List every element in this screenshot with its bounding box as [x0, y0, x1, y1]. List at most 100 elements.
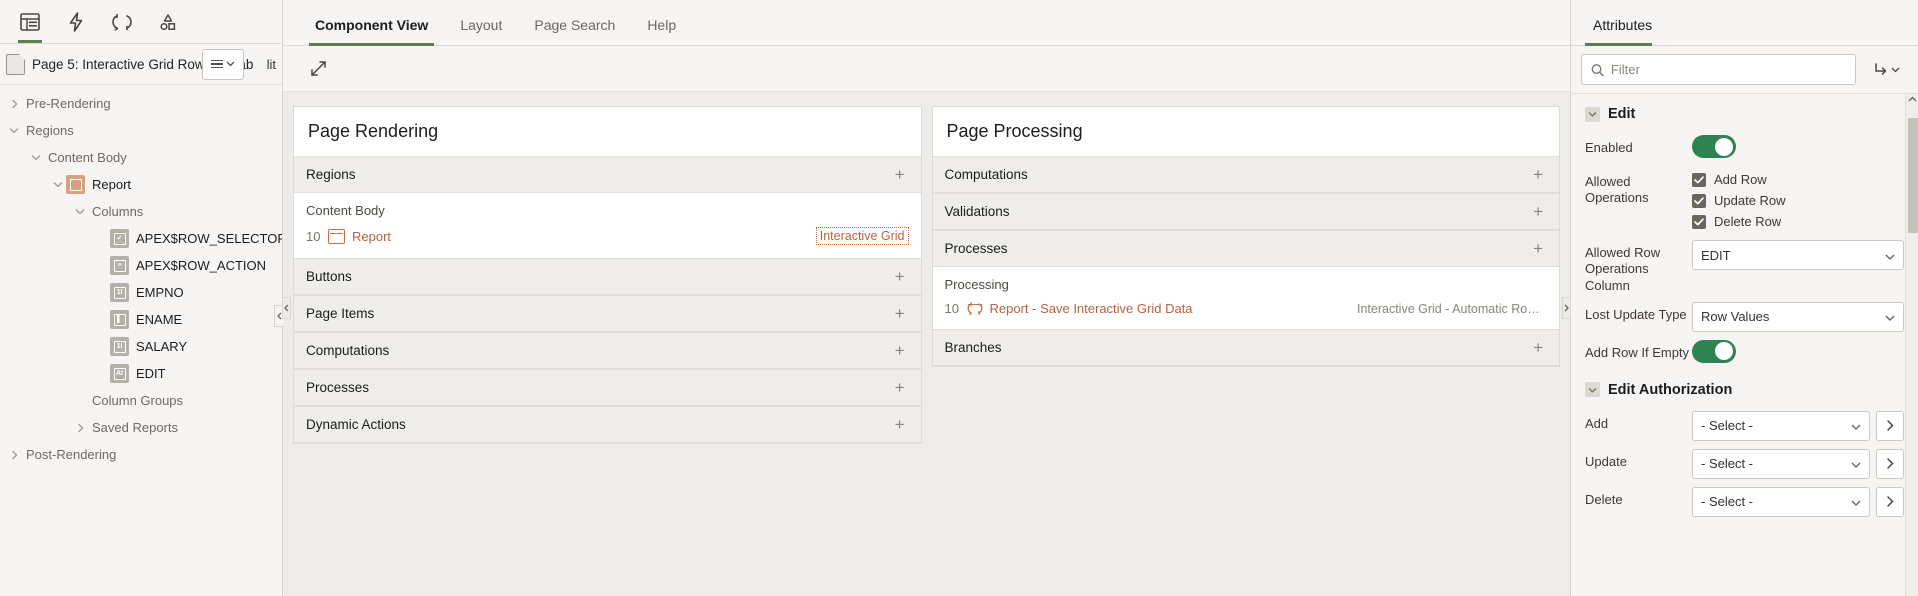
- tree-node-pre-rendering[interactable]: Pre-Rendering: [0, 90, 282, 117]
- page-designer-icon[interactable]: [10, 1, 50, 43]
- property-control: [1692, 339, 1904, 366]
- add-buttons-icon[interactable]: +: [891, 268, 909, 285]
- checkbox-add-row[interactable]: [1692, 172, 1706, 187]
- add-processes-icon[interactable]: +: [891, 379, 909, 396]
- section-label: Regions: [306, 167, 356, 182]
- select-delete[interactable]: - Select -: [1692, 486, 1870, 517]
- tab-help[interactable]: Help: [631, 17, 692, 45]
- scroll-up-icon[interactable]: [1906, 96, 1918, 102]
- chevron-right-icon[interactable]: [72, 423, 88, 433]
- tree-node-apex-row-selector[interactable]: ✓ APEX$ROW_SELECTOR: [0, 225, 282, 252]
- page-selector-row[interactable]: Page 5: Interactive Grid Rows Editab lit: [0, 44, 282, 85]
- goto-button[interactable]: [1876, 486, 1904, 517]
- section-header-computations[interactable]: Computations +: [932, 156, 1559, 193]
- chevron-right-icon[interactable]: [6, 99, 22, 109]
- page-menu-button[interactable]: [202, 48, 244, 80]
- property-section-edit-authorization[interactable]: Edit Authorization: [1571, 370, 1918, 407]
- shared-components-icon[interactable]: [148, 1, 188, 43]
- section-collapse-icon[interactable]: [1585, 382, 1600, 398]
- center-panel: Component View Layout Page Search Help Page…: [282, 0, 1571, 596]
- goto-button[interactable]: [1876, 448, 1904, 479]
- chevron-down-icon[interactable]: [72, 208, 88, 215]
- tree-node-columns[interactable]: Columns: [0, 198, 282, 225]
- section-collapse-icon[interactable]: [1585, 106, 1600, 122]
- section-header-computations[interactable]: Computations +: [294, 332, 921, 369]
- goto-button[interactable]: [1876, 410, 1904, 441]
- tree-node-empno[interactable]: 1I EMPNO: [0, 279, 282, 306]
- checkbox-delete-row[interactable]: [1692, 214, 1706, 229]
- expand-icon[interactable]: [303, 54, 333, 84]
- tree-node-apex-row-action[interactable]: ≡ APEX$ROW_ACTION: [0, 252, 282, 279]
- chevron-down-icon: [1885, 309, 1895, 324]
- chevron-down-icon[interactable]: [50, 181, 66, 188]
- tab-component-view[interactable]: Component View: [299, 17, 444, 46]
- checkbox-row[interactable]: Delete Row: [1692, 211, 1904, 232]
- section-header-dynamic-actions[interactable]: Dynamic Actions +: [294, 406, 921, 443]
- add-branches-icon[interactable]: +: [1529, 339, 1547, 356]
- processing-icon[interactable]: [102, 1, 142, 43]
- add-computations-icon[interactable]: +: [1529, 166, 1547, 183]
- tree-node-ename[interactable]: ▌ ENAME: [0, 306, 282, 333]
- chevron-down-icon[interactable]: [6, 127, 22, 134]
- section-header-buttons[interactable]: Buttons +: [294, 258, 921, 295]
- filter-input[interactable]: [1610, 62, 1846, 77]
- dynamic-actions-icon[interactable]: [56, 1, 96, 43]
- toggle-enabled[interactable]: [1692, 135, 1736, 158]
- section-header-processes[interactable]: Processes +: [932, 230, 1559, 267]
- property-label: Enabled: [1585, 140, 1633, 155]
- select-add[interactable]: - Select -: [1692, 410, 1870, 441]
- tab-layout[interactable]: Layout: [444, 17, 518, 45]
- property-label: Lost Update Type: [1585, 306, 1687, 322]
- section-header-processes[interactable]: Processes +: [294, 369, 921, 406]
- scrollbar-thumb[interactable]: [1907, 118, 1918, 233]
- add-page-items-icon[interactable]: +: [891, 305, 909, 322]
- toggle-add-row-if-empty[interactable]: [1692, 339, 1736, 363]
- tree-node-edit[interactable]: AI EDIT: [0, 360, 282, 387]
- component-item-row[interactable]: 10 Report Interactive Grid: [306, 224, 909, 248]
- center-left-handle[interactable]: [282, 297, 291, 319]
- filter-box[interactable]: [1581, 54, 1856, 85]
- section-title: Edit: [1608, 106, 1636, 122]
- property-section-edit[interactable]: Edit: [1571, 94, 1918, 131]
- chevron-down-icon[interactable]: [28, 154, 44, 161]
- add-validations-icon[interactable]: +: [1529, 203, 1547, 220]
- tree-node-post-rendering[interactable]: Post-Rendering: [0, 441, 282, 468]
- tree-node-regions[interactable]: Regions: [0, 117, 282, 144]
- checkbox-row[interactable]: Update Row: [1692, 190, 1904, 211]
- tree-node-content-body[interactable]: Content Body: [0, 144, 282, 171]
- page-rendering-card: Page Rendering Regions + Content Body 10 Rep…: [293, 106, 922, 444]
- add-computations-icon[interactable]: +: [891, 342, 909, 359]
- select-lost-update-type[interactable]: Row Values: [1692, 301, 1904, 332]
- tab-page-search[interactable]: Page Search: [518, 17, 631, 45]
- checkbox-label: Add Row: [1714, 172, 1767, 187]
- center-tabbar: Component View Layout Page Search Help: [283, 0, 1570, 46]
- checkbox-row[interactable]: Add Row: [1692, 169, 1904, 190]
- tree-node-report[interactable]: Report: [0, 171, 282, 198]
- section-header-page-items[interactable]: Page Items +: [294, 295, 921, 332]
- tree-node-column-groups[interactable]: Column Groups: [0, 387, 282, 414]
- section-header-regions[interactable]: Regions +: [294, 156, 921, 193]
- region-icon: [328, 228, 345, 244]
- tree-node-label: Post-Rendering: [26, 447, 117, 462]
- checkbox-update-row[interactable]: [1692, 193, 1706, 208]
- attributes-scrollbar[interactable]: [1905, 94, 1918, 596]
- component-item-row[interactable]: 10 Report - Save Interactive Grid Data Int…: [945, 298, 1548, 319]
- tree-node-salary[interactable]: 1I SALARY: [0, 333, 282, 360]
- select-allowed-row-operations-column[interactable]: EDIT: [1692, 240, 1904, 270]
- section-header-branches[interactable]: Branches +: [932, 329, 1559, 366]
- section-label: Processes: [944, 241, 1008, 256]
- item-name-link[interactable]: Report: [352, 229, 391, 244]
- tree-node-saved-reports[interactable]: Saved Reports: [0, 414, 282, 441]
- goto-property-button[interactable]: [1864, 54, 1908, 85]
- tree-node-label: ENAME: [136, 312, 183, 327]
- chevron-right-icon[interactable]: [6, 450, 22, 460]
- add-processes-icon[interactable]: +: [1529, 240, 1547, 257]
- center-right-handle[interactable]: [1562, 297, 1571, 319]
- item-name-link[interactable]: Report - Save Interactive Grid Data: [990, 301, 1193, 316]
- select-update[interactable]: - Select -: [1692, 448, 1870, 479]
- add-regions-icon[interactable]: +: [891, 166, 909, 183]
- tab-attributes[interactable]: Attributes: [1585, 17, 1660, 46]
- add-dynamic-actions-icon[interactable]: +: [891, 416, 909, 433]
- attributes-filter-row: [1571, 46, 1918, 94]
- section-header-validations[interactable]: Validations +: [932, 193, 1559, 230]
